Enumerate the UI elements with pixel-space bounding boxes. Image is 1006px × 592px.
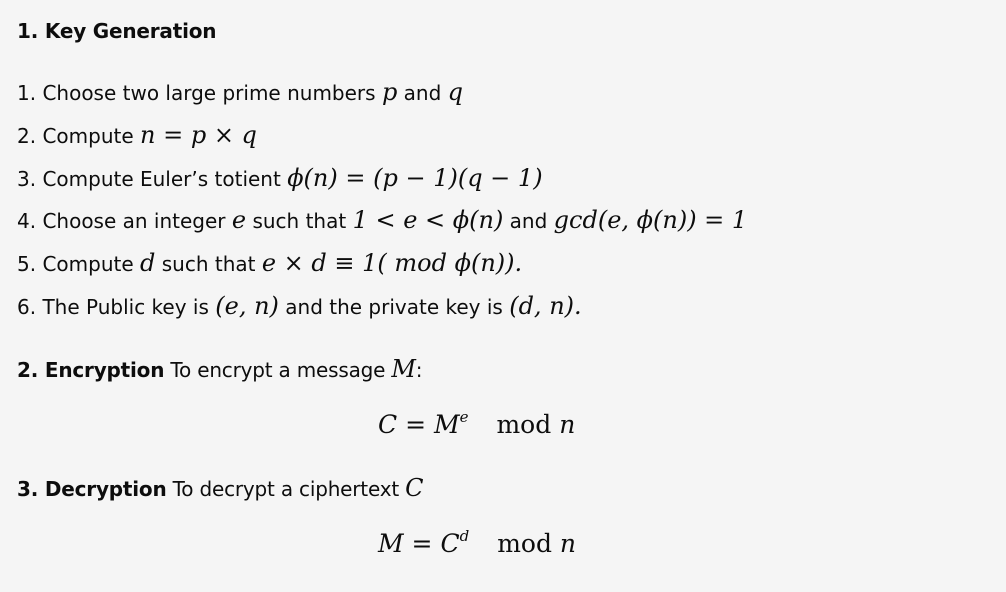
step-1-math-q: q [447,78,464,106]
step-6-math-private: (d, n). [509,291,582,320]
step-3-math: ϕ(n) = (p − 1)(q − 1) [287,163,543,192]
step-5-text: 5. Compute [17,252,134,277]
step-6: 6. The Public key is (e, n) and the priv… [17,292,747,335]
key-generation-title: 1. Key Generation [17,19,217,43]
decryption-heading: 3. Decryption To decrypt a ciphertext C [17,474,424,502]
step-4-math-range: 1 < e < ϕ(n) [352,206,504,235]
decryption-formula-lhs: M = C [378,529,460,558]
encryption-desc: To encrypt a message [164,358,392,382]
step-4-math-e: e [231,206,247,235]
key-generation-heading: 1. Key Generation [17,19,217,43]
decryption-desc: To decrypt a ciphertext [166,477,406,501]
step-4-such-that: such that [246,209,353,234]
encryption-formula: C = Me mod n [378,408,575,439]
step-4-and: and [503,209,554,234]
step-3: 3. Compute Euler’s totient ϕ(n) = (p − 1… [17,164,747,207]
step-5-math-d: d [140,249,156,278]
decryption-formula-n: n [559,529,577,558]
encryption-math-m: M [391,355,416,383]
step-1-text: 1. Choose two large prime numbers [17,81,376,105]
encryption-title: 2. Encryption [17,358,165,382]
step-5: 5. Compute d such that e × d ≡ 1( mod ϕ(… [17,249,747,292]
step-6-private-label: and the private key is [278,294,510,319]
decryption-math-c: C [405,474,424,502]
document-page: 1. Key Generation 1. Choose two large pr… [0,0,1006,592]
step-2: 2. Compute n = p × q [17,121,747,164]
step-2-math: n = p × q [140,120,257,149]
encryption-colon: : [415,358,423,382]
decryption-formula: M = Cd mod n [378,527,576,558]
step-1-and: and [397,81,448,105]
decryption-title: 3. Decryption [17,477,167,501]
decryption-formula-mod: mod [497,529,552,558]
encryption-formula-exponent: e [459,408,469,426]
encryption-formula-n: n [559,410,576,439]
step-1: 1. Choose two large prime numbers p and … [17,78,747,121]
encryption-formula-lhs: C = M [378,410,460,439]
decryption-formula-exponent: d [459,527,470,545]
step-2-text: 2. Compute [17,123,134,148]
step-6-text: 6. The Public key is [17,294,209,319]
step-5-such-that: such that [155,252,262,277]
step-1-math-p: p [381,78,398,106]
step-3-text: 3. Compute Euler’s totient [17,166,281,191]
key-generation-steps: 1. Choose two large prime numbers p and … [17,78,747,335]
encryption-formula-mod: mod [496,410,552,439]
step-6-math-public: (e, n) [215,291,279,320]
step-4: 4. Choose an integer e such that 1 < e <… [17,206,747,249]
step-5-math-congruence: e × d ≡ 1( mod ϕ(n)). [261,249,523,278]
step-4-math-gcd: gcd(e, ϕ(n)) = 1 [553,206,748,235]
step-4-text: 4. Choose an integer [17,209,226,234]
encryption-heading: 2. Encryption To encrypt a message M: [17,355,423,383]
